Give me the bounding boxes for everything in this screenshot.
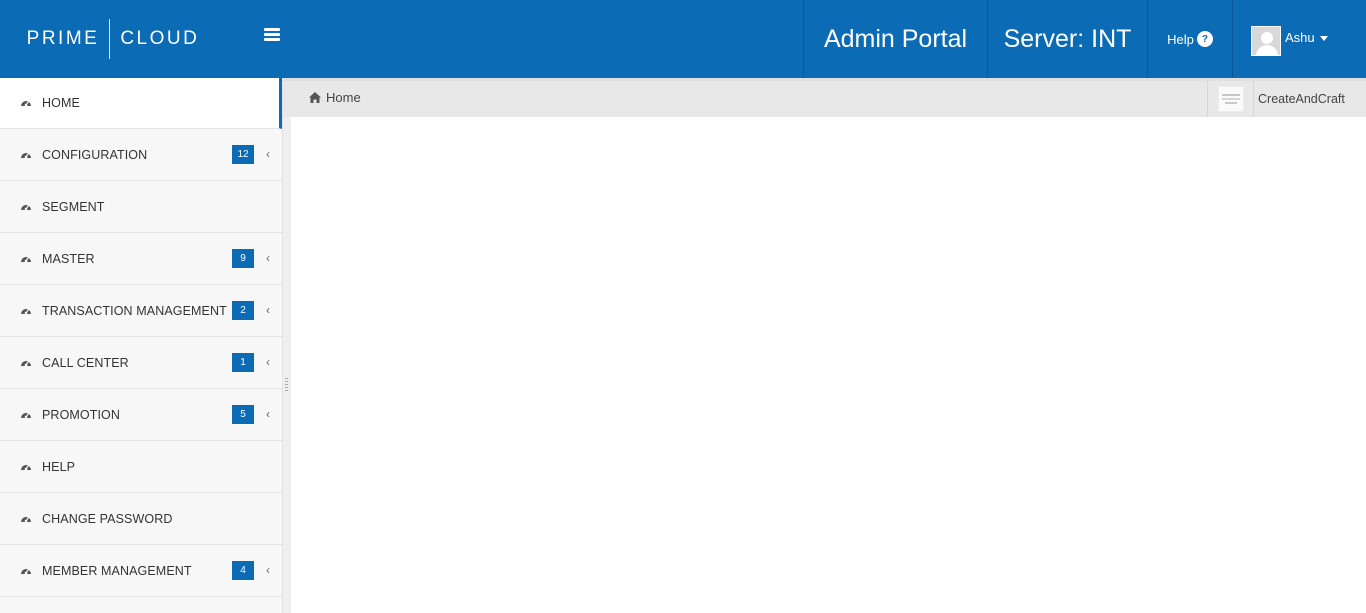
sidebar-item-call-center[interactable]: CALL CENTER 1 ‹ xyxy=(0,337,282,389)
dashboard-icon xyxy=(21,516,31,522)
help-label: Help xyxy=(1167,31,1194,47)
count-badge: 1 xyxy=(232,353,254,372)
sidebar-item-promotion[interactable]: PROMOTION 5 ‹ xyxy=(0,389,282,441)
top-header: PRIME CLOUD Admin Portal Server: INT Hel… xyxy=(0,0,1366,78)
sidebar-item-master[interactable]: MASTER 9 ‹ xyxy=(0,233,282,285)
dashboard-icon xyxy=(21,204,31,210)
dashboard-icon xyxy=(21,412,31,418)
sidebar: HOME CONFIGURATION 12 ‹ SEGMENT MASTER 9 ‹ TRANS… xyxy=(0,78,283,613)
sidebar-item-segment[interactable]: SEGMENT xyxy=(0,181,282,233)
count-badge: 9 xyxy=(232,249,254,268)
home-icon xyxy=(309,92,321,103)
chevron-left-icon[interactable]: ‹ xyxy=(266,355,270,369)
chevron-left-icon[interactable]: ‹ xyxy=(266,303,270,317)
sidebar-item-change-password[interactable]: CHANGE PASSWORD xyxy=(0,493,282,545)
server-label: Server: INT xyxy=(987,0,1147,78)
admin-portal-title: Admin Portal xyxy=(803,0,987,78)
breadcrumb: Home CreateAndCraft xyxy=(283,78,1366,117)
chevron-left-icon[interactable]: ‹ xyxy=(266,251,270,265)
dashboard-icon xyxy=(21,152,31,158)
dashboard-icon xyxy=(21,568,31,574)
dashboard-icon xyxy=(21,308,31,314)
menu-toggle-icon[interactable] xyxy=(264,28,280,42)
sidebar-item-label: MEMBER MANAGEMENT xyxy=(42,563,192,578)
sidebar-item-help[interactable]: HELP xyxy=(0,441,282,493)
dashboard-icon xyxy=(21,256,31,262)
user-name: Ashu xyxy=(1285,30,1328,45)
dashboard-icon xyxy=(21,464,31,470)
dashboard-icon xyxy=(21,360,31,366)
chevron-left-icon[interactable]: ‹ xyxy=(266,563,270,577)
sidebar-item-label: SEGMENT xyxy=(42,199,105,214)
chevron-left-icon[interactable]: ‹ xyxy=(266,147,270,161)
main-content xyxy=(291,117,1366,613)
sidebar-item-label: CONFIGURATION xyxy=(42,147,148,162)
prime-cloud-logo[interactable]: PRIME CLOUD xyxy=(0,0,226,78)
breadcrumb-home-label: Home xyxy=(326,90,361,105)
count-badge: 12 xyxy=(232,145,254,164)
count-badge: 4 xyxy=(232,561,254,580)
sidebar-item-configuration[interactable]: CONFIGURATION 12 ‹ xyxy=(0,129,282,181)
count-badge: 2 xyxy=(232,301,254,320)
sidebar-item-label: TRANSACTION MANAGEMENT xyxy=(42,303,227,318)
chevron-left-icon[interactable]: ‹ xyxy=(266,407,270,421)
sidebar-item-label: CHANGE PASSWORD xyxy=(42,511,173,526)
logo-text-prime: PRIME xyxy=(26,28,100,49)
sidebar-item-member-management[interactable]: MEMBER MANAGEMENT 4 ‹ xyxy=(0,545,282,597)
company-name: CreateAndCraft xyxy=(1258,92,1345,106)
logo-divider xyxy=(109,19,111,59)
user-menu[interactable]: Ashu xyxy=(1232,0,1366,78)
breadcrumb-home[interactable]: Home xyxy=(309,90,361,105)
count-badge: 5 xyxy=(232,405,254,424)
dashboard-icon xyxy=(21,101,31,107)
sidebar-item-label: HOME xyxy=(42,96,80,110)
company-selector[interactable]: CreateAndCraft xyxy=(1207,81,1366,117)
sidebar-item-transaction-management[interactable]: TRANSACTION MANAGEMENT 2 ‹ xyxy=(0,285,282,337)
question-icon: ? xyxy=(1196,31,1213,47)
sidebar-item-label: CALL CENTER xyxy=(42,355,129,370)
sidebar-item-label: PROMOTION xyxy=(42,407,120,422)
sidebar-item-label: HELP xyxy=(42,459,76,474)
sidebar-splitter[interactable] xyxy=(283,78,291,613)
avatar xyxy=(1251,26,1281,56)
logo-text-cloud: CLOUD xyxy=(120,28,200,49)
company-logo xyxy=(1218,86,1244,112)
sidebar-item-home[interactable]: HOME xyxy=(0,78,282,129)
sidebar-item-label: MASTER xyxy=(42,251,95,266)
caret-down-icon xyxy=(1319,36,1328,42)
help-button[interactable]: Help ? xyxy=(1147,0,1232,78)
